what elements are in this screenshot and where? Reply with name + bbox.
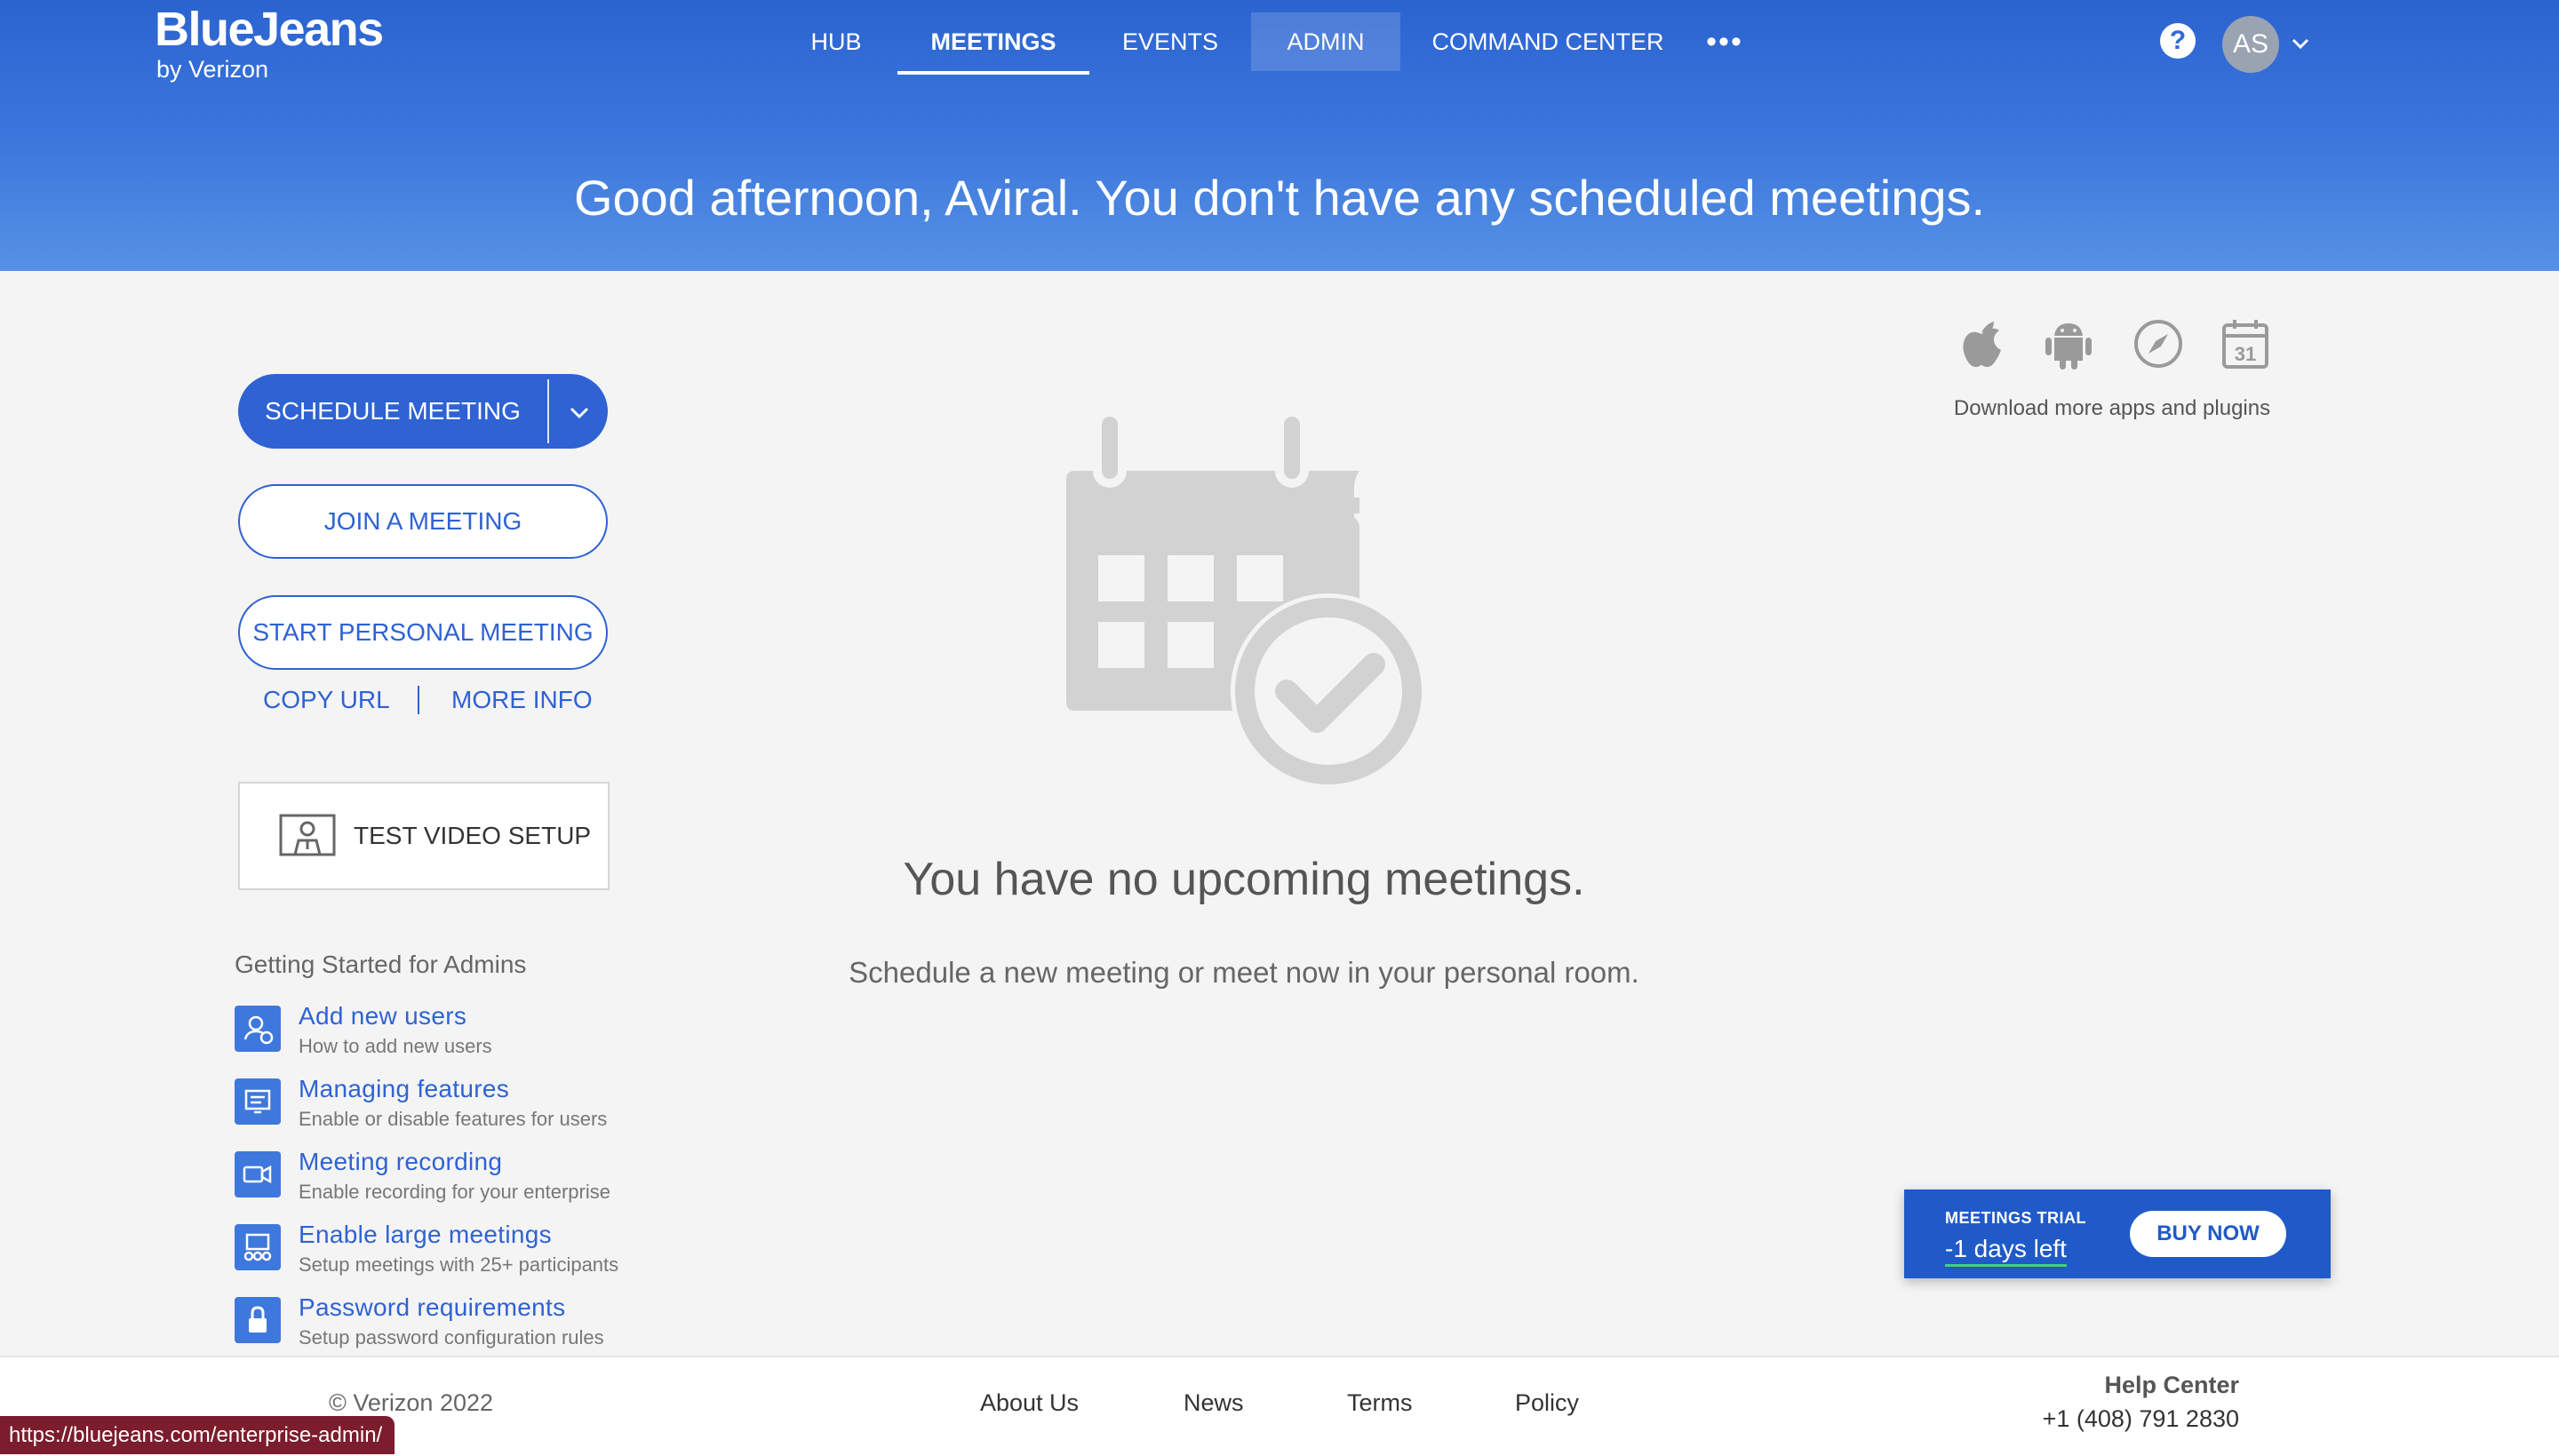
gs-desc: Enable recording for your enterprise xyxy=(299,1181,610,1203)
video-setup-icon xyxy=(279,814,336,863)
greeting-text: Good afternoon, Aviral. You don't have a… xyxy=(573,170,1986,226)
schedule-dropdown-chevron-icon[interactable] xyxy=(551,374,608,449)
personal-links: COPY URL MORE INFO xyxy=(238,682,608,718)
copy-url-link[interactable]: COPY URL xyxy=(263,682,390,718)
nav-admin[interactable]: ADMIN xyxy=(1251,12,1400,71)
gs-managing-features[interactable]: Managing features Enable or disable feat… xyxy=(235,1073,643,1137)
calendar-check-icon xyxy=(1048,408,1439,795)
meetings-trial-banner: MEETINGS TRIAL -1 days left BUY NOW xyxy=(1904,1189,2331,1278)
gs-password-requirements[interactable]: Password requirements Setup password con… xyxy=(235,1292,643,1356)
add-user-icon xyxy=(235,1006,281,1052)
buy-now-button[interactable]: BUY NOW xyxy=(2130,1211,2286,1257)
safari-compass-icon[interactable] xyxy=(2132,318,2184,374)
trial-label: MEETINGS TRIAL xyxy=(1945,1209,2086,1227)
empty-state-title: You have no upcoming meetings. xyxy=(903,854,1585,905)
footer-terms[interactable]: Terms xyxy=(1347,1389,1413,1417)
gs-meeting-recording[interactable]: Meeting recording Enable recording for y… xyxy=(235,1146,643,1210)
chevron-down-icon[interactable] xyxy=(2291,32,2310,55)
trial-days-left: -1 days left xyxy=(1945,1234,2067,1267)
more-info-link[interactable]: MORE INFO xyxy=(451,682,593,718)
empty-state-subtitle: Schedule a new meeting or meet now in yo… xyxy=(849,956,1639,989)
video-camera-icon xyxy=(235,1151,281,1197)
nav-meetings[interactable]: MEETINGS xyxy=(897,12,1089,75)
footer-copyright: © Verizon 2022 xyxy=(329,1389,494,1416)
large-meeting-icon xyxy=(235,1224,281,1270)
gs-title: Password requirements xyxy=(299,1293,566,1321)
test-video-setup-button[interactable]: TEST VIDEO SETUP xyxy=(238,782,610,890)
nav-command-center[interactable]: COMMAND CENTER xyxy=(1422,12,1674,71)
gs-enable-large-meetings[interactable]: Enable large meetings Setup meetings wit… xyxy=(235,1219,643,1283)
gs-title: Managing features xyxy=(299,1075,510,1102)
status-bar-url: https://bluejeans.com/enterprise-admin/ xyxy=(0,1416,395,1454)
nav-hub[interactable]: HUB xyxy=(796,12,876,71)
top-header: BlueJeans by Verizon HUB MEETINGS EVENTS… xyxy=(0,0,2559,271)
getting-started-title: Getting Started for Admins xyxy=(235,951,527,978)
gs-desc: Setup meetings with 25+ participants xyxy=(299,1253,619,1276)
schedule-meeting-button[interactable]: SCHEDULE MEETING xyxy=(238,374,608,449)
gs-desc: Enable or disable features for users xyxy=(299,1108,608,1130)
lock-icon xyxy=(235,1297,281,1343)
android-icon[interactable] xyxy=(2044,318,2093,376)
start-personal-meeting-button[interactable]: START PERSONAL MEETING xyxy=(238,595,608,670)
features-icon xyxy=(235,1078,281,1125)
apps-caption: Download more apps and plugins xyxy=(1953,396,2271,420)
test-video-setup-label: TEST VIDEO SETUP xyxy=(354,822,592,849)
brand-sub: by Verizon xyxy=(156,56,269,83)
link-separator xyxy=(418,686,419,714)
footer-news[interactable]: News xyxy=(1184,1389,1244,1417)
split-divider xyxy=(547,379,549,443)
nav-more-icon[interactable]: ••• xyxy=(1692,12,1758,71)
apple-icon[interactable] xyxy=(1960,318,2003,374)
bluejeans-logo[interactable]: BlueJeans by Verizon xyxy=(155,2,384,83)
schedule-meeting-label: SCHEDULE MEETING xyxy=(265,397,521,425)
join-meeting-button[interactable]: JOIN A MEETING xyxy=(238,484,608,559)
gs-title: Enable large meetings xyxy=(299,1221,552,1248)
gs-title: Meeting recording xyxy=(299,1148,503,1175)
brand-name: BlueJeans xyxy=(155,3,384,56)
gs-add-new-users[interactable]: Add new users How to add new users xyxy=(235,1000,643,1064)
footer-policy[interactable]: Policy xyxy=(1515,1389,1579,1417)
footer-help-center[interactable]: Help Center xyxy=(2104,1372,2239,1399)
avatar[interactable]: AS xyxy=(2222,16,2279,73)
footer-phone: +1 (408) 791 2830 xyxy=(2042,1405,2239,1432)
gs-desc: How to add new users xyxy=(299,1035,492,1057)
gs-desc: Setup password configuration rules xyxy=(299,1326,604,1349)
gs-title: Add new users xyxy=(299,1002,467,1030)
help-icon[interactable]: ? xyxy=(2160,23,2196,59)
footer-about-us[interactable]: About Us xyxy=(980,1389,1079,1417)
calendar-plugin-icon[interactable]: 31 xyxy=(2221,318,2269,374)
nav-events[interactable]: EVENTS xyxy=(1111,12,1230,71)
calendar-plugin-day: 31 xyxy=(2235,343,2256,365)
